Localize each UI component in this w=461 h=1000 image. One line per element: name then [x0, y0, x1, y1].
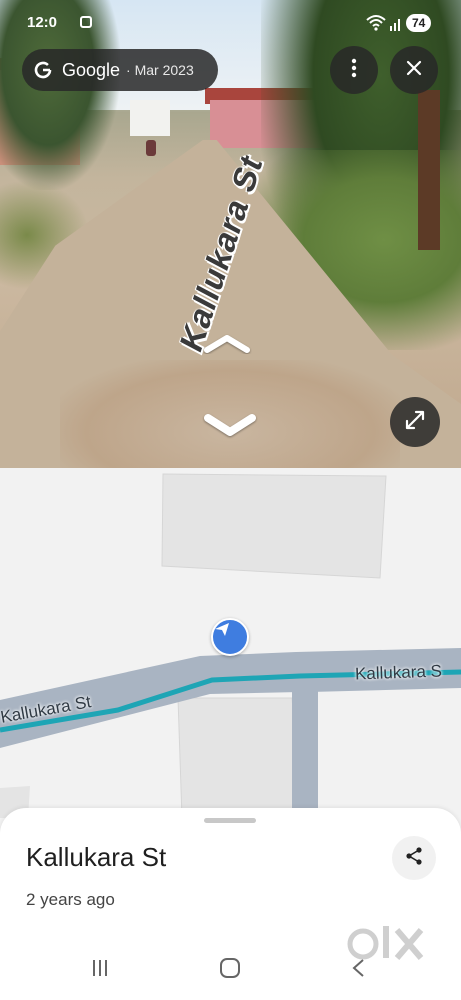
home-icon — [219, 957, 241, 984]
fullscreen-button[interactable] — [390, 397, 440, 447]
back-button[interactable] — [338, 950, 378, 990]
signal-icon — [389, 14, 403, 32]
system-nav-bar — [0, 950, 461, 990]
share-button[interactable] — [392, 836, 436, 880]
map-view[interactable]: Kallukara S Kallukara St — [0, 468, 461, 818]
battery-indicator: 74 — [406, 14, 432, 32]
street-name-overlay: Kallukara St — [140, 148, 269, 358]
back-icon — [351, 958, 365, 983]
place-subtitle: 2 years ago — [26, 890, 115, 909]
imagery-info-chip[interactable]: Google · Mar 2023 — [22, 49, 218, 91]
notification-icon — [80, 16, 92, 28]
building-footprint — [177, 697, 303, 818]
share-icon — [404, 846, 424, 871]
more-options-button[interactable] — [330, 46, 378, 94]
street-view-panorama[interactable]: Kallukara St 12:0 74 Google · Mar 2023 — [0, 0, 461, 468]
recents-button[interactable] — [80, 950, 120, 990]
chevron-down-icon[interactable] — [202, 410, 258, 440]
building-footprint — [161, 473, 387, 579]
close-icon — [406, 60, 422, 81]
sheet-drag-handle[interactable] — [204, 818, 256, 823]
status-time: 12:0 — [27, 14, 58, 31]
map-road-label: Kallukara S — [354, 661, 443, 684]
expand-icon — [403, 408, 427, 437]
chevron-up-icon[interactable] — [202, 332, 252, 354]
recents-icon — [90, 958, 110, 983]
scooter — [146, 140, 156, 156]
wifi-icon — [366, 14, 386, 32]
google-brand-label: Google — [62, 59, 121, 80]
google-g-icon — [34, 61, 52, 79]
side-road — [292, 690, 318, 818]
capture-date: · Mar 2023 — [126, 62, 194, 78]
home-button[interactable] — [210, 950, 250, 990]
place-title: Kallukara St — [26, 842, 167, 872]
close-button[interactable] — [390, 46, 438, 94]
status-bar: 12:0 74 — [0, 10, 461, 36]
building — [130, 100, 170, 136]
location-marker[interactable] — [211, 618, 249, 656]
more-vert-icon — [351, 58, 357, 83]
tree-trunk — [418, 90, 440, 250]
